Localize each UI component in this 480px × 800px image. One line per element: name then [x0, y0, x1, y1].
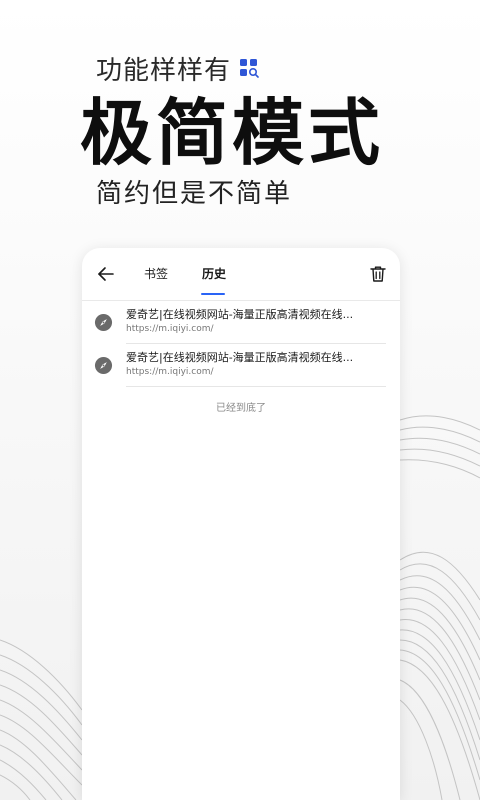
- back-button[interactable]: [94, 262, 118, 286]
- history-item[interactable]: 爱奇艺|在线视频网站-海量正版高清视频在线... https://m.iqiyi…: [82, 301, 400, 344]
- hero-header: 功能样样有: [96, 50, 416, 86]
- tagline: 功能样样有: [96, 55, 232, 86]
- history-item-title: 爱奇艺|在线视频网站-海量正版高清视频在线...: [126, 351, 354, 364]
- history-item-url: https://m.iqiyi.com/: [126, 367, 214, 377]
- tagline-row: 功能样样有: [96, 50, 416, 86]
- history-item[interactable]: 爱奇艺|在线视频网站-海量正版高清视频在线... https://m.iqiyi…: [82, 344, 400, 387]
- history-item-url: https://m.iqiyi.com/: [126, 324, 214, 334]
- page-subtitle: 简约但是不简单: [96, 179, 293, 209]
- tab-history[interactable]: 历史: [202, 265, 226, 283]
- arrow-left-icon: [98, 267, 114, 281]
- trash-icon: [370, 266, 386, 282]
- page-title: 极简模式: [80, 90, 385, 175]
- divider: [126, 386, 386, 387]
- history-list: 爱奇艺|在线视频网站-海量正版高清视频在线... https://m.iqiyi…: [82, 301, 400, 417]
- end-of-list-text: 已经到底了: [216, 403, 266, 414]
- grid-search-icon: [239, 58, 259, 78]
- browser-history-panel: 书签 历史 爱奇艺|在线视频网站-海量正版高清视频在线... https://m…: [82, 248, 400, 800]
- history-item-title: 爱奇艺|在线视频网站-海量正版高清视频在线...: [126, 308, 354, 321]
- active-tab-indicator: [201, 293, 225, 295]
- tab-bookmarks[interactable]: 书签: [144, 265, 168, 283]
- compass-icon: [94, 356, 113, 375]
- history-toolbar: 书签 历史: [82, 248, 400, 301]
- compass-icon: [94, 313, 113, 332]
- clear-history-button[interactable]: [366, 262, 390, 286]
